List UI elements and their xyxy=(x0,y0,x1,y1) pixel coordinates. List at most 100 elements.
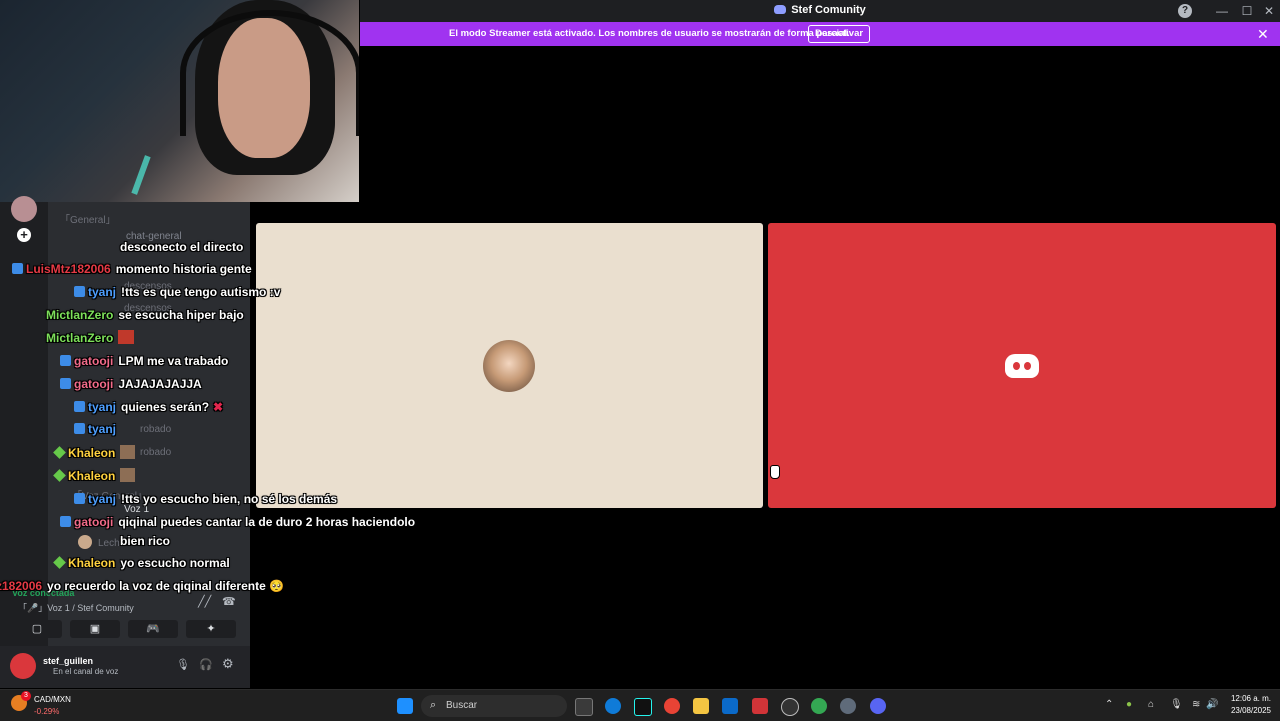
chrome-profile-icon[interactable] xyxy=(811,698,827,714)
emote-icon xyxy=(118,330,135,344)
discord-taskbar-icon[interactable] xyxy=(870,698,886,714)
wps-office-icon[interactable] xyxy=(752,698,768,714)
voice-tile-user[interactable] xyxy=(256,223,763,508)
obs-studio-icon[interactable] xyxy=(781,698,799,716)
minimize-button[interactable]: — xyxy=(1214,3,1230,19)
chat-text: quienes serán? xyxy=(121,400,210,414)
file-explorer-icon[interactable] xyxy=(693,698,709,714)
user-badge-icon xyxy=(60,516,71,527)
window-title-text: Stef Comunity xyxy=(791,4,866,16)
chat-username: tyanj xyxy=(88,400,117,414)
discord-logo-icon xyxy=(1005,354,1039,378)
channel-robado-2[interactable]: robado xyxy=(140,447,171,458)
chat-message: bien rico xyxy=(120,534,170,548)
chrome-icon[interactable] xyxy=(664,698,680,714)
taskbar-search[interactable]: ⌕ Buscar xyxy=(421,695,567,717)
category-general[interactable]: 「General」 xyxy=(60,211,116,226)
chat-username: gatooji xyxy=(74,377,114,391)
chat-text: bien rico xyxy=(120,534,171,548)
cross-emote-icon: ✖ xyxy=(213,400,224,414)
user-badge-icon xyxy=(60,378,71,389)
disconnect-icon[interactable]: ☎ xyxy=(222,595,236,608)
chat-text: !tts yo escucho bien, no sé los demás xyxy=(121,492,338,506)
chat-message: MictlanZero se escucha hiper bajo xyxy=(46,308,244,322)
user-status: En el canal de voz xyxy=(53,667,119,676)
store-icon[interactable] xyxy=(722,698,738,714)
tray-app-icon[interactable]: ● xyxy=(1126,699,1132,710)
chat-username: tyanj xyxy=(88,492,117,506)
chat-username: tz182006 xyxy=(0,579,43,593)
task-view-icon[interactable] xyxy=(575,698,593,716)
voice-channel-label[interactable]: 「🎤」Voz 1 / Stef Comunity xyxy=(18,601,134,614)
maximize-button[interactable]: ☐ xyxy=(1239,3,1255,19)
microphone-tray-icon[interactable]: 🎙 xyxy=(1170,699,1183,710)
chat-username: LuisMtz182006 xyxy=(26,262,111,276)
chat-text: desconecto el directo xyxy=(120,240,244,254)
emote-icon xyxy=(120,445,136,459)
network-icon[interactable]: ⌂ xyxy=(1148,699,1154,710)
settings-app-icon[interactable] xyxy=(840,698,856,714)
discord-logo-icon xyxy=(774,5,787,14)
chat-text: qiqinal puedes cantar la de duro 2 horas… xyxy=(118,515,416,529)
soundboard-button[interactable]: ✦ xyxy=(186,620,236,638)
user-badge-icon xyxy=(12,263,23,274)
username: stef_guillen xyxy=(43,656,94,666)
chat-text: momento historia gente xyxy=(115,262,252,276)
chat-text: JAJAJAJAJJA xyxy=(118,377,202,391)
chat-username: gatooji xyxy=(74,515,114,529)
screen-share-button[interactable]: ▣ xyxy=(70,620,120,638)
user-badge-icon xyxy=(74,401,85,412)
camera-off-button[interactable]: ▢ xyxy=(12,620,62,638)
chat-username: gatooji xyxy=(74,354,114,368)
deactivate-streamer-button[interactable]: Desactivar xyxy=(808,25,871,43)
streamer-mode-banner: El modo Streamer está activado. Los nomb… xyxy=(360,22,1280,46)
gem-badge-icon xyxy=(53,556,66,569)
user-badge-icon xyxy=(74,423,85,434)
help-icon[interactable]: ? xyxy=(1178,4,1192,18)
chat-message: tyanj xyxy=(74,422,121,436)
chat-message: desconecto el directo xyxy=(120,240,243,254)
chat-message: Khaleon xyxy=(53,468,136,483)
user-badge-icon xyxy=(60,355,71,366)
chat-text: se escucha hiper bajo xyxy=(118,308,244,322)
noise-suppression-icon[interactable]: ╱╱ xyxy=(198,595,211,608)
voice-user-name[interactable]: Lech xyxy=(98,538,120,549)
ticker-badge: 3 xyxy=(21,691,31,701)
chat-message: tz182006 yo recuerdo la voz de qiqinal di… xyxy=(0,579,284,593)
server-avatar[interactable] xyxy=(11,196,37,222)
show-hidden-icons-icon[interactable]: ⌃ xyxy=(1105,699,1113,710)
close-window-button[interactable]: ✕ xyxy=(1261,3,1277,19)
chat-message: LuisMtz182006 momento historia gente xyxy=(12,262,252,276)
channel-robado-1[interactable]: robado xyxy=(140,424,171,435)
search-icon: ⌕ xyxy=(430,699,437,711)
clock-time[interactable]: 12:06 a. m. xyxy=(1227,694,1271,703)
webcam-overlay xyxy=(0,0,359,202)
emote-icon xyxy=(120,468,136,482)
headphones-icon[interactable]: 🎧 xyxy=(199,658,213,671)
chat-message: MictlanZero xyxy=(46,330,135,345)
chat-message: tyanj !tts es que tengo autismo :v xyxy=(74,285,280,299)
user-badge-icon xyxy=(74,286,85,297)
chat-message: tyanj !tts yo escucho bien, no sé los dem… xyxy=(74,492,337,506)
voice-tile-stef-guillen[interactable] xyxy=(768,223,1276,508)
ticker-symbol[interactable]: CAD/MXN xyxy=(34,695,71,704)
chat-message: Khaleon xyxy=(53,445,136,460)
chat-username: Khaleon xyxy=(68,446,116,460)
edge-browser-icon[interactable] xyxy=(605,698,621,714)
clock-date[interactable]: 23/08/2025 xyxy=(1227,706,1271,715)
microphone-icon[interactable]: 🎙 xyxy=(176,658,190,671)
gem-badge-icon xyxy=(53,446,66,459)
volume-icon[interactable]: 🔊 xyxy=(1206,699,1218,710)
settings-gear-icon[interactable]: ⚙ xyxy=(222,656,234,672)
activities-button[interactable]: 🎮 xyxy=(128,620,178,638)
tiktok-icon[interactable] xyxy=(634,698,652,716)
windows-taskbar: 3 CAD/MXN -0.29% ⌕ Buscar ⌃ ● ⌂ 🎙 ≋ 🔊 12… xyxy=(0,689,1280,721)
windows-start-icon[interactable] xyxy=(397,698,413,714)
wifi-icon[interactable]: ≋ xyxy=(1192,699,1200,710)
streamer-mode-message: El modo Streamer está activado. Los nomb… xyxy=(449,28,850,39)
hand-cursor-icon xyxy=(770,465,780,479)
add-server-icon[interactable]: + xyxy=(17,228,31,242)
close-banner-icon[interactable]: ✕ xyxy=(1257,26,1269,43)
chat-message: Khaleon yo escucho normal xyxy=(53,556,230,570)
user-avatar[interactable] xyxy=(10,653,36,679)
